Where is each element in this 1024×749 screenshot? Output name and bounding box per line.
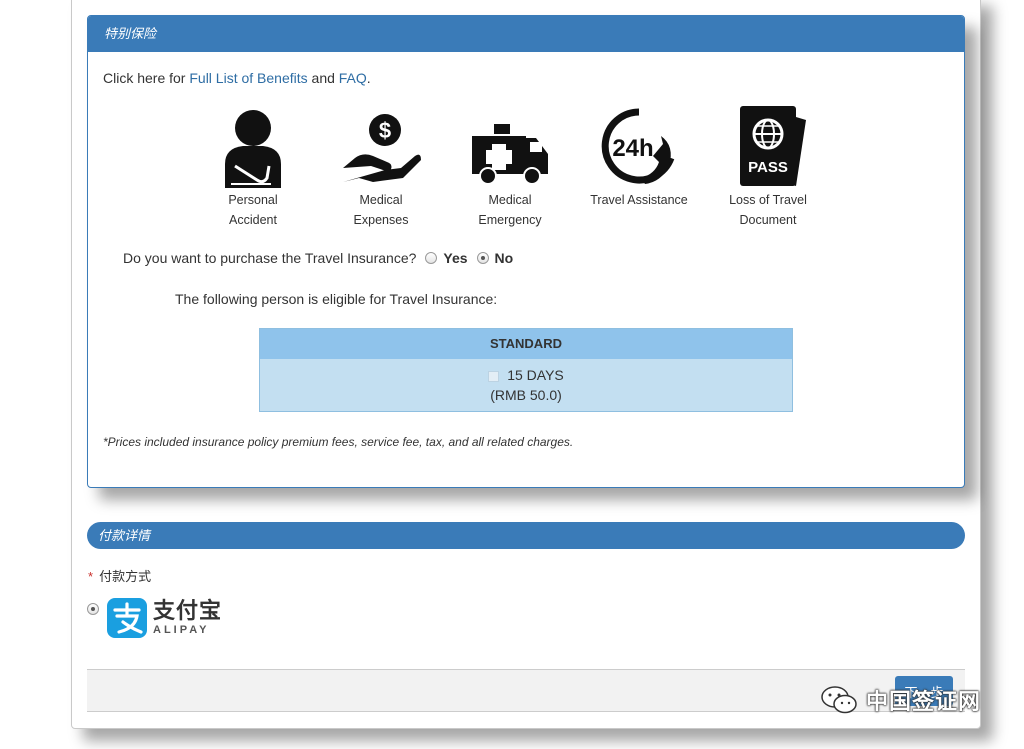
intro-suffix: . — [366, 70, 371, 86]
plan-table: STANDARD 15 DAYS (RMB 50.0) — [259, 328, 793, 412]
faq-link[interactable]: FAQ — [339, 70, 367, 86]
yes-label[interactable]: Yes — [443, 250, 467, 266]
price-footnote: *Prices included insurance policy premiu… — [103, 435, 574, 449]
person-sling-icon — [225, 110, 281, 188]
benefit-loss-of-travel-document: PASS Loss of Travel Document — [713, 106, 823, 230]
watermark-text: 中国签证网 — [866, 689, 982, 714]
watermark: 中国签证网 — [820, 684, 981, 716]
question-text: Do you want to purchase the Travel Insur… — [123, 250, 417, 266]
plan-checkbox[interactable] — [488, 370, 500, 382]
svg-text:$: $ — [379, 118, 391, 143]
payment-method-text: 付款方式 — [99, 569, 152, 584]
purchase-question: Do you want to purchase the Travel Insur… — [123, 250, 513, 266]
insurance-panel: 特别保险 Click here for Full List of Benefit… — [87, 15, 965, 488]
benefits-intro: Click here for Full List of Benefits and… — [103, 70, 371, 86]
plan-option: 15 DAYS (RMB 50.0) — [260, 359, 792, 411]
alipay-logo[interactable]: 支付宝 ALIPAY — [107, 596, 222, 640]
benefit-travel-assistance: 24h Travel Assistance — [584, 106, 694, 210]
alipay-radio-wrap[interactable] — [87, 602, 99, 620]
alipay-text: 支付宝 ALIPAY — [153, 599, 222, 637]
alipay-icon — [107, 598, 147, 638]
payment-header: 付款详情 — [87, 522, 965, 549]
insurance-header: 特别保险 — [88, 16, 964, 52]
full-list-of-benefits-link[interactable]: Full List of Benefits — [189, 70, 307, 86]
svg-text:24h: 24h — [612, 135, 653, 162]
required-mark: * — [88, 569, 94, 584]
intro-and: and — [307, 70, 339, 86]
hand-money-icon: $ — [343, 114, 421, 182]
alipay-radio[interactable] — [87, 603, 99, 615]
payment-method-label: * 付款方式 — [88, 566, 151, 585]
benefit-label: Travel Assistance — [590, 193, 688, 207]
benefit-label: Personal Accident — [228, 193, 278, 227]
plan-price: (RMB 50.0) — [490, 387, 562, 403]
plan-header: STANDARD — [260, 329, 792, 359]
wechat-icon — [821, 686, 857, 714]
benefit-personal-accident: Personal Accident — [198, 106, 308, 230]
ambulance-icon — [472, 124, 548, 185]
plan-option-label: 15 DAYS — [507, 367, 564, 383]
alipay-cn: 支付宝 — [153, 598, 223, 623]
no-radio[interactable] — [476, 252, 489, 264]
alipay-en: ALIPAY — [153, 624, 210, 636]
eligible-text: The following person is eligible for Tra… — [175, 291, 498, 307]
benefit-label: Medical Expenses — [353, 193, 409, 227]
svg-text:PASS: PASS — [748, 159, 788, 176]
benefit-label: Medical Emergency — [478, 193, 542, 227]
yes-radio[interactable] — [425, 252, 438, 264]
benefit-medical-expenses: $ Medical Expenses — [326, 106, 436, 230]
passport-icon: PASS — [740, 106, 806, 186]
benefit-label: Loss of Travel Document — [729, 193, 807, 227]
intro-prefix: Click here for — [103, 70, 190, 86]
benefits-row: Personal Accident $ Medical Expenses Medic… — [198, 106, 807, 236]
24h-phone-icon: 24h — [601, 108, 675, 184]
no-label[interactable]: No — [495, 250, 514, 266]
benefit-medical-emergency: Medical Emergency — [455, 106, 565, 230]
